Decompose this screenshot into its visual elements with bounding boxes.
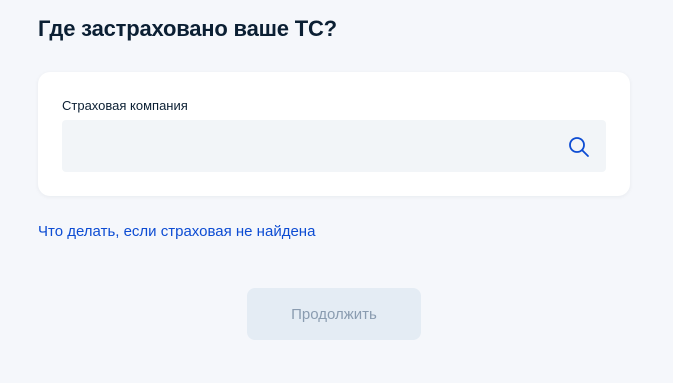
- insurance-company-label: Страховая компания: [62, 98, 188, 113]
- continue-button[interactable]: Продолжить: [247, 288, 421, 340]
- search-icon[interactable]: [567, 135, 591, 159]
- insurance-not-found-link[interactable]: Что делать, если страховая не найдена: [38, 223, 315, 240]
- page-title: Где застраховано ваше ТС?: [38, 16, 337, 41]
- insurance-company-search-field[interactable]: [62, 120, 606, 172]
- insurance-company-input[interactable]: [62, 120, 552, 172]
- insurance-company-card: Страховая компания: [38, 72, 630, 196]
